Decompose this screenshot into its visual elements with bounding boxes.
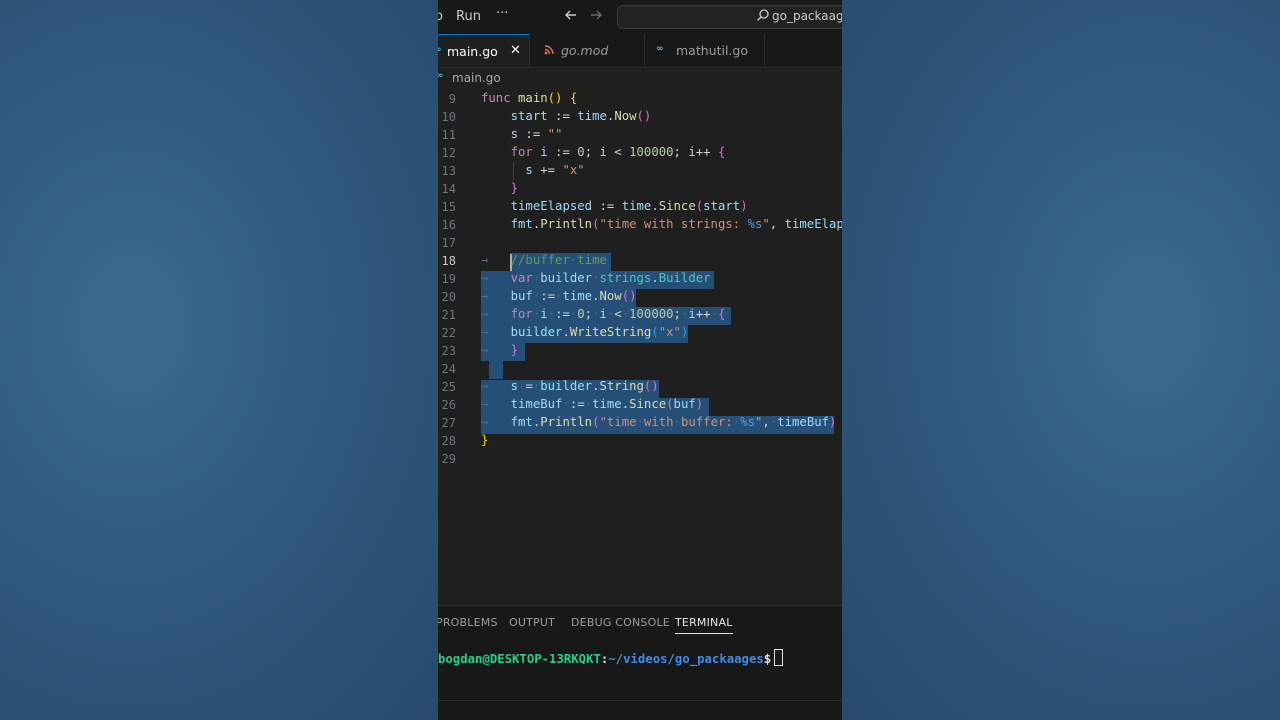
- editor-tabs: ∞ main.go ✕ go.mod ∞ mathutil.go: [438, 34, 842, 68]
- tab-output[interactable]: OUTPUT: [509, 616, 555, 629]
- code-text: }: [481, 433, 489, 447]
- code-line: 28 }: [438, 432, 842, 450]
- code-line: 20 → buf·:=·time.Now(): [438, 288, 842, 306]
- terminal-dollar: $: [763, 652, 772, 666]
- line-number: 10: [441, 110, 456, 124]
- go-icon: ∞: [438, 71, 444, 81]
- rss-icon: [544, 43, 554, 58]
- background-left: [0, 0, 438, 720]
- line-number: 26: [441, 398, 456, 412]
- code-text: → var·builder·strings.Builder: [481, 271, 711, 285]
- line-number: 11: [441, 128, 456, 142]
- code-text: → //buffer·time: [481, 253, 607, 267]
- code-line: 14 }: [438, 180, 842, 198]
- code-line: 17: [438, 234, 842, 252]
- code-text: fmt.Println("time with strings: %s", tim…: [510, 217, 842, 231]
- code-text: → timeBuf·:=·time.Since(buf): [481, 397, 704, 411]
- code-text: → s·=·builder.String(): [481, 379, 659, 393]
- line-number: 27: [441, 416, 456, 430]
- code-editor[interactable]: 9 func main() { 10 start := time.Now() 1…: [438, 90, 842, 602]
- tab-terminal[interactable]: TERMINAL: [675, 616, 733, 634]
- title-bar: o Run ··· go_packaages: [438, 0, 842, 34]
- vscode-window: o Run ··· go_packaages ∞ main.go ✕ go.mo…: [438, 0, 842, 720]
- code-text: s := "": [510, 127, 563, 141]
- line-number: 23: [441, 344, 456, 358]
- code-text: → }: [481, 343, 519, 357]
- line-number: 15: [441, 200, 456, 214]
- code-line-current: 18 → //buffer·time: [438, 252, 842, 270]
- background-right: [842, 0, 1280, 720]
- code-line: 24: [438, 360, 842, 378]
- tab-debug-console[interactable]: DEBUG CONSOLE: [571, 616, 670, 629]
- code-text: → builder.WriteString("x"): [481, 325, 689, 339]
- tab-main-go[interactable]: ∞ main.go ✕: [438, 34, 530, 67]
- line-number: 13: [441, 164, 456, 178]
- line-number: 25: [441, 380, 456, 394]
- menu-item-run[interactable]: Run: [456, 9, 481, 24]
- code-text: → for·i·:=·0;·i·<·100000;·i++·{: [481, 307, 726, 321]
- line-number: 19: [441, 272, 456, 286]
- line-number: 29: [441, 452, 456, 466]
- command-center-search[interactable]: go_packaages: [617, 5, 842, 29]
- line-number: 9: [448, 92, 456, 106]
- tab-label: main.go: [447, 44, 498, 59]
- tab-go-mod[interactable]: go.mod: [530, 34, 645, 67]
- line-number: 14: [441, 182, 456, 196]
- code-text: func main() {: [481, 91, 578, 105]
- arrow-left-icon[interactable]: [563, 7, 579, 27]
- more-menu-icon[interactable]: ···: [496, 6, 508, 21]
- code-line: 12 for i := 0; i < 100000; i++ {: [438, 144, 842, 162]
- code-text: timeElapsed := time.Since(start): [510, 199, 748, 213]
- line-number: 12: [441, 146, 456, 160]
- code-text: for i := 0; i < 100000; i++ {: [510, 145, 726, 159]
- code-text: }: [510, 181, 519, 195]
- code-text: → buf·:=·time.Now(): [481, 289, 637, 303]
- search-text: go_packaages: [772, 9, 842, 23]
- tab-label: mathutil.go: [676, 43, 748, 58]
- breadcrumb-file[interactable]: main.go: [452, 71, 501, 85]
- code-line: 16 fmt.Println("time with strings: %s", …: [438, 216, 842, 234]
- line-number: 17: [441, 236, 456, 250]
- terminal-prompt[interactable]: bogdan@DESKTOP-13RKQKT:~/videos/go_packa…: [438, 649, 784, 666]
- code-line: 19 → var·builder·strings.Builder: [438, 270, 842, 288]
- code-text: → fmt.Println("time·with·buffer:·%s",·ti…: [481, 415, 837, 429]
- code-line: 11 s := "": [438, 126, 842, 144]
- code-line: 22 → builder.WriteString("x"): [438, 324, 842, 342]
- arrow-right-icon[interactable]: [588, 7, 604, 27]
- go-icon: ∞: [438, 45, 442, 55]
- line-number: 16: [441, 218, 456, 232]
- code-line: 21 → for·i·:=·0;·i·<·100000;·i++·{: [438, 306, 842, 324]
- search-icon: [756, 8, 770, 26]
- code-text: s += "x": [525, 163, 585, 177]
- panel-divider: [438, 700, 842, 701]
- line-number: 21: [441, 308, 456, 322]
- terminal-cursor: [774, 649, 784, 666]
- code-line: 27 → fmt.Println("time·with·buffer:·%s",…: [438, 414, 842, 432]
- terminal-path: ~/videos/go_packaages: [608, 652, 764, 666]
- terminal-user: bogdan@DESKTOP-13RKQKT: [438, 652, 601, 666]
- tab-label: go.mod: [561, 43, 609, 58]
- line-number: 28: [441, 434, 456, 448]
- code-line: 26 → timeBuf·:=·time.Since(buf): [438, 396, 842, 414]
- line-number: 24: [441, 362, 456, 376]
- line-number: 18: [441, 254, 456, 268]
- code-line: 15 timeElapsed := time.Since(start): [438, 198, 842, 216]
- go-icon: ∞: [656, 44, 664, 54]
- line-number: 22: [441, 326, 456, 340]
- close-icon[interactable]: ✕: [510, 43, 521, 58]
- tab-mathutil-go[interactable]: ∞ mathutil.go: [645, 34, 765, 67]
- code-line: 13 s += "x": [438, 162, 842, 180]
- code-line: 25 → s·=·builder.String(): [438, 378, 842, 396]
- code-line: 10 start := time.Now(): [438, 108, 842, 126]
- bottom-panel: PROBLEMS OUTPUT DEBUG CONSOLE TERMINAL b…: [438, 605, 842, 720]
- code-text: start := time.Now(): [510, 109, 652, 123]
- menu-item-partial[interactable]: o: [438, 9, 443, 24]
- code-line: 29: [438, 450, 842, 468]
- tab-problems[interactable]: PROBLEMS: [438, 616, 498, 629]
- code-line: 9 func main() {: [438, 90, 842, 108]
- code-line: 23 → }: [438, 342, 842, 360]
- line-number: 20: [441, 290, 456, 304]
